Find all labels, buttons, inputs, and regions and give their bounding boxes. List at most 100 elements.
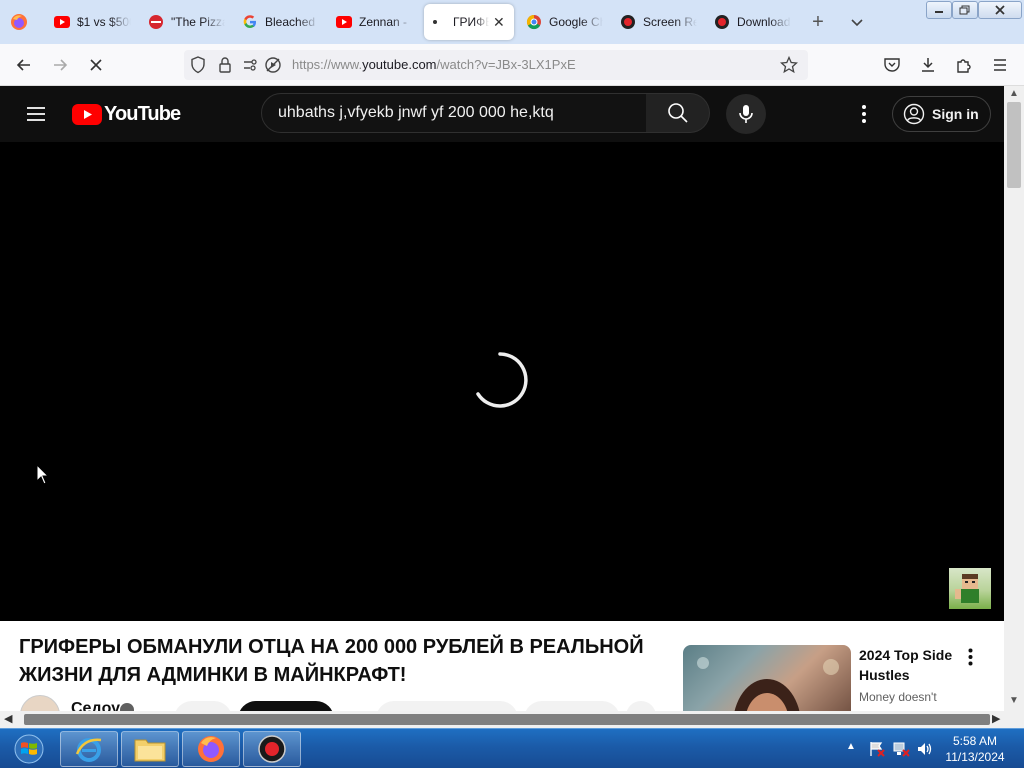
account-circle-icon (903, 103, 925, 125)
taskbar-clock[interactable]: 5:58 AM 11/13/2024 (940, 733, 1010, 765)
youtube-icon (336, 14, 352, 30)
recommended-video-subtitle: Money doesn't (859, 690, 937, 704)
internet-explorer-icon (75, 738, 102, 762)
google-icon (242, 14, 258, 30)
video-player[interactable] (0, 142, 1004, 621)
tab-title: Zennan - (359, 15, 408, 29)
back-button[interactable] (12, 53, 36, 77)
subscribe-button[interactable] (238, 701, 334, 711)
folder-icon (134, 739, 166, 762)
horizontal-scroll-thumb[interactable] (24, 714, 990, 725)
pocket-icon[interactable] (880, 53, 904, 77)
list-all-tabs-chevron-icon[interactable] (848, 13, 866, 31)
show-hidden-icons-arrow-icon[interactable]: ▲ (846, 741, 856, 752)
tab-6[interactable]: Google Ch (520, 4, 610, 40)
clock-time: 5:58 AM (952, 734, 998, 748)
minimize-button[interactable] (926, 1, 952, 19)
bookmark-star-icon[interactable] (779, 55, 799, 79)
channel-name[interactable]: Седоу (71, 700, 120, 711)
address-bar[interactable]: https://www.youtube.com/watch?v=JBx-3LX1… (184, 50, 808, 80)
taskbar-internet-explorer[interactable] (60, 731, 118, 767)
recommended-more-icon[interactable] (960, 647, 980, 667)
scroll-right-arrow-icon[interactable]: ▶ (992, 712, 1000, 725)
record-icon (620, 14, 636, 30)
channel-watermark-thumbnail[interactable] (949, 568, 991, 609)
join-button[interactable] (174, 701, 232, 711)
youtube-wordmark: YouTube (104, 103, 181, 125)
search-icon (667, 103, 688, 123)
lock-icon[interactable] (218, 56, 232, 79)
mouse-cursor-icon (36, 464, 50, 485)
vertical-scrollbar[interactable]: ▲ ▼ (1004, 86, 1024, 711)
tab-4[interactable]: Zennan - (330, 4, 416, 40)
screen-recorder-icon (258, 735, 286, 763)
tab-title: Bleached (265, 15, 316, 29)
firefox-menu-icon[interactable] (10, 13, 28, 31)
microphone-icon (739, 105, 753, 123)
youtube-icon (54, 14, 70, 30)
search-box (261, 93, 647, 133)
tab-title: Google Ch (549, 15, 603, 29)
settings-more-icon[interactable] (852, 102, 876, 126)
extensions-icon[interactable] (952, 53, 976, 77)
youtube-logo[interactable]: YouTube (72, 103, 181, 126)
volume-icon[interactable] (916, 740, 934, 758)
stop-loading-button[interactable] (84, 53, 108, 77)
autoplay-blocked-icon[interactable] (264, 56, 282, 79)
permissions-icon[interactable] (242, 57, 260, 78)
record-icon (714, 14, 730, 30)
scrollbar-corner (1004, 711, 1024, 728)
tab-close-icon[interactable]: ✕ (493, 14, 505, 31)
tab-active[interactable]: ГРИФЕРЫ ✕ (424, 4, 514, 40)
sign-in-label: Sign in (932, 106, 979, 122)
url-text: https://www.youtube.com/watch?v=JBx-3LX1… (292, 57, 576, 72)
guide-menu-icon[interactable] (24, 102, 48, 126)
tab-8[interactable]: Download (708, 4, 798, 40)
taskbar-screen-recorder[interactable] (243, 731, 301, 767)
tab-title: ГРИФЕРЫ (453, 15, 489, 29)
voice-search-button[interactable] (726, 94, 766, 134)
tracking-shield-icon[interactable] (190, 56, 206, 79)
app-menu-icon[interactable] (988, 53, 1012, 77)
recommended-video-title[interactable]: 2024 Top Side Hustles (859, 645, 969, 685)
network-icon[interactable] (892, 740, 910, 758)
scroll-left-arrow-icon[interactable]: ◀ (4, 712, 12, 725)
recommended-video-thumbnail[interactable] (683, 645, 851, 711)
tab-7[interactable]: Screen Re (614, 4, 704, 40)
tab-title: Download (737, 15, 791, 29)
window-close-button[interactable] (978, 1, 1022, 19)
video-title: ГРИФЕРЫ ОБМАНУЛИ ОТЦА НА 200 000 РУБЛЕЙ … (19, 636, 644, 686)
horizontal-scrollbar[interactable]: ◀ ▶ (0, 711, 1004, 728)
taskbar-firefox[interactable] (182, 731, 240, 767)
youtube-play-logo-icon (72, 104, 102, 125)
search-input[interactable] (278, 94, 638, 132)
scroll-up-arrow-icon[interactable]: ▲ (1009, 88, 1019, 99)
forward-button[interactable] (48, 53, 72, 77)
action-center-flag-icon[interactable] (868, 740, 886, 758)
share-button[interactable] (524, 701, 620, 711)
like-dislike-button[interactable] (376, 701, 518, 711)
scroll-down-arrow-icon[interactable]: ▼ (1009, 695, 1019, 706)
browser-tab-strip: $1 vs $500 "The Pizza Bleached Zennan - … (0, 0, 1024, 44)
channel-avatar[interactable] (20, 695, 60, 711)
more-actions-button[interactable] (626, 701, 656, 711)
tab-1[interactable]: $1 vs $500 (48, 4, 134, 40)
navigation-toolbar: https://www.youtube.com/watch?v=JBx-3LX1… (0, 44, 1024, 86)
tab-title: "The Pizza (171, 15, 225, 29)
taskbar-file-explorer[interactable] (121, 731, 179, 767)
chrome-icon (526, 14, 542, 30)
firefox-icon (198, 736, 224, 762)
new-tab-button[interactable]: + (808, 12, 828, 32)
start-button[interactable] (2, 730, 56, 768)
restore-button[interactable] (952, 1, 978, 19)
windows-taskbar: ▲ 5:58 AM 11/13/2024 (0, 728, 1024, 768)
sign-in-button[interactable]: Sign in (892, 96, 991, 132)
downloads-icon[interactable] (916, 53, 940, 77)
tab-2[interactable]: "The Pizza (142, 4, 228, 40)
vertical-scroll-thumb[interactable] (1007, 102, 1021, 188)
search-button[interactable] (646, 93, 710, 133)
windows-logo-icon (14, 734, 44, 764)
tab-3[interactable]: Bleached (236, 4, 322, 40)
verified-badge-icon (120, 703, 134, 711)
watch-metadata: ГРИФЕРЫ ОБМАНУЛИ ОТЦА НА 200 000 РУБЛЕЙ … (0, 621, 1004, 711)
